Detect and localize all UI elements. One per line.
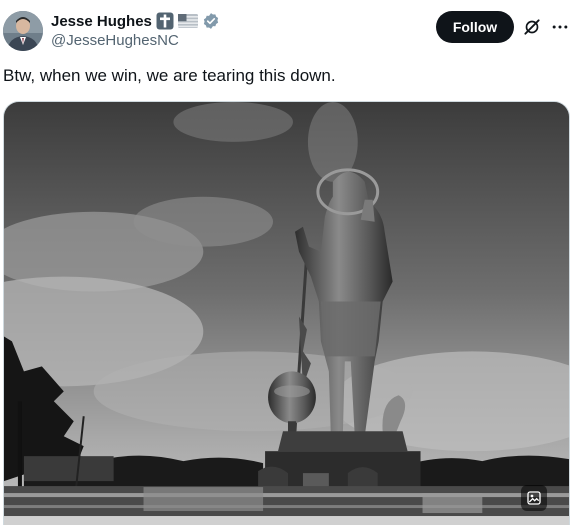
tweet-text: Btw, when we win, we are tearing this do… <box>3 66 336 85</box>
handle[interactable]: @JesseHughesNC <box>51 32 179 49</box>
more-options-icon[interactable] <box>548 15 572 39</box>
statue-photo <box>4 102 569 525</box>
avatar-image <box>3 11 43 51</box>
image-edit-icon[interactable] <box>521 485 547 511</box>
verified-badge-icon[interactable] <box>202 12 220 30</box>
name-row: Jesse Hughes <box>51 11 220 31</box>
tweet-media[interactable] <box>3 101 570 525</box>
us-flag-icon <box>177 14 198 28</box>
grok-icon[interactable] <box>520 15 544 39</box>
follow-button[interactable]: Follow <box>436 11 514 43</box>
cross-icon <box>156 12 174 30</box>
tweet-header: Jesse Hughes @JesseHughesNC Follow <box>0 0 577 60</box>
avatar[interactable] <box>3 11 43 51</box>
display-name[interactable]: Jesse Hughes <box>51 13 152 30</box>
